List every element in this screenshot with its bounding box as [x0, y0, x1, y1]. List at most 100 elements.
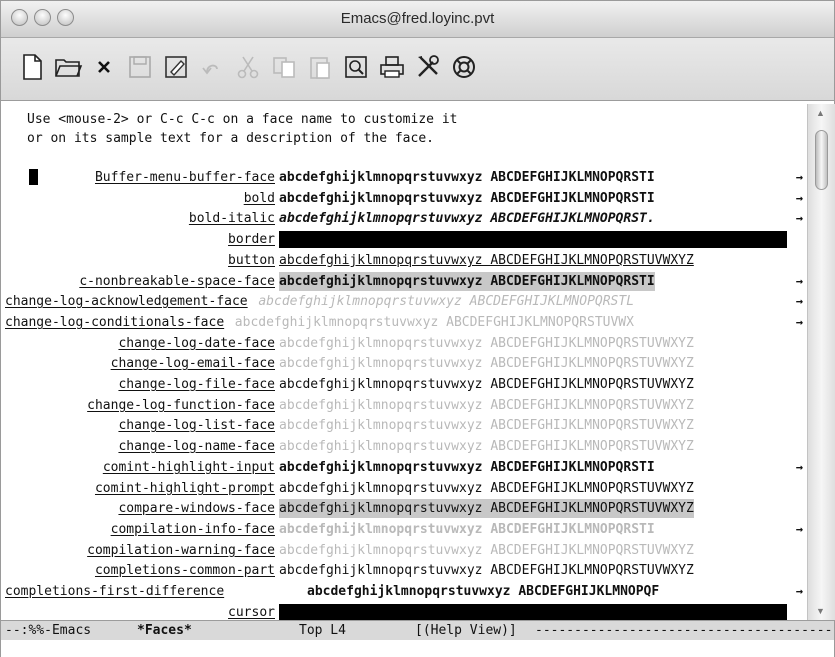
truncation-arrow-icon: → — [795, 170, 803, 184]
truncation-arrow-icon: → — [795, 584, 803, 598]
face-sample[interactable]: abcdefghijklmnopqrstuvwxyz ABCDEFGHIJKLM… — [279, 251, 694, 270]
face-sample[interactable]: abcdefghijklmnopqrstuvwxyz ABCDEFGHIJKLM… — [279, 209, 655, 228]
face-row: change-log-acknowledgement-face abcdefghi… — [5, 292, 805, 311]
emacs-window: Emacs@fred.loyinc.pvt Use <mouse-2> or C… — [0, 0, 835, 657]
face-row: change-log-list-face abcdefghijklmnopqrst… — [5, 416, 805, 435]
face-name-link[interactable]: border — [228, 230, 275, 249]
face-row: change-log-file-face abcdefghijklmnopqrst… — [5, 375, 805, 394]
face-name-link[interactable]: cursor — [228, 603, 275, 620]
face-sample[interactable]: abcdefghijklmnopqrstuvwxyz ABCDEFGHIJKLM… — [258, 292, 634, 311]
intro-line-2: or on its sample text for a description … — [27, 131, 434, 146]
copy-button[interactable] — [267, 50, 301, 84]
paste-button[interactable] — [303, 50, 337, 84]
mode-line-position: Top L4 — [299, 623, 346, 638]
face-sample[interactable]: abcdefghijklmnopqrstuvwxyz ABCDEFGHIJKLM… — [279, 458, 655, 477]
intro-text: Use <mouse-2> or C-c C-c on a face name … — [27, 110, 457, 148]
truncation-arrow-icon: → — [795, 294, 803, 308]
face-sample[interactable]: abcdefghijklmnopqrstuvwxyz ABCDEFGHIJKLM… — [279, 499, 694, 518]
face-name-link[interactable]: compilation-warning-face — [87, 541, 275, 560]
face-row: bold-italic abcdefghijklmnopqrstuvwxyz AB… — [5, 209, 805, 228]
faces-buffer[interactable]: Use <mouse-2> or C-c C-c on a face name … — [5, 104, 805, 620]
scrollbar-thumb[interactable] — [815, 130, 828, 190]
face-sample[interactable]: abcdefghijklmnopqrstuvwxyz ABCDEFGHIJKLM… — [279, 168, 655, 187]
face-row: compilation-info-face abcdefghijklmnopqrs… — [5, 520, 805, 539]
face-row: c-nonbreakable-space-face abcdefghijklmno… — [5, 272, 805, 291]
face-row: change-log-name-face abcdefghijklmnopqrst… — [5, 437, 805, 456]
paste-icon — [310, 57, 330, 79]
face-sample[interactable]: abcdefghijklmnopqrstuvwxyz ABCDEFGHIJKLM… — [279, 561, 694, 580]
face-sample[interactable]: abcdefghijklmnopqrstuvwxyz ABCDEFGHIJKLM… — [279, 520, 655, 539]
mode-line-modes: [(Help View)] — [415, 623, 517, 638]
face-row: Buffer-menu-buffer-face abcdefghijklmnopq… — [5, 168, 805, 187]
face-sample[interactable]: abcdefghijklmnopqrstuvwxyz ABCDEFGHIJKLM… — [279, 189, 655, 208]
face-name-link[interactable]: comint-highlight-prompt — [95, 479, 275, 498]
mode-line-status: --:%%-Emacs — [5, 623, 92, 638]
face-name-link[interactable]: comint-highlight-input — [103, 458, 275, 477]
face-name-link[interactable]: change-log-list-face — [118, 416, 275, 435]
face-name-link[interactable]: compare-windows-face — [118, 499, 275, 518]
open-folder-button[interactable] — [51, 50, 85, 84]
face-name-link[interactable]: change-log-email-face — [111, 354, 275, 373]
face-sample[interactable]: abcdefghijklmnopqrstuvwxyz ABCDEFGHIJKLM… — [235, 313, 634, 332]
face-sample[interactable]: abcdefghijklmnopqrstuvwxyz ABCDEFGHIJKLM… — [279, 354, 694, 373]
face-sample-bar[interactable] — [279, 604, 787, 620]
lifebuoy-icon — [453, 56, 475, 78]
scroll-up-arrow-icon[interactable]: ▲ — [816, 108, 825, 118]
save-icon — [129, 56, 151, 78]
print-button[interactable] — [375, 50, 409, 84]
truncation-arrow-icon: → — [795, 191, 803, 205]
preferences-button[interactable] — [411, 50, 445, 84]
face-name-link[interactable]: compilation-info-face — [111, 520, 275, 539]
face-row: completions-common-part abcdefghijklmnopq… — [5, 561, 805, 580]
face-name-link[interactable]: completions-first-difference — [5, 582, 224, 601]
face-name-link[interactable]: change-log-conditionals-face — [5, 313, 224, 332]
face-name-link[interactable]: change-log-date-face — [118, 334, 275, 353]
face-sample-bar[interactable] — [279, 231, 787, 248]
face-name-link[interactable]: change-log-name-face — [118, 437, 275, 456]
face-name-link[interactable]: c-nonbreakable-space-face — [79, 272, 275, 291]
face-sample[interactable]: abcdefghijklmnopqrstuvwxyz ABCDEFGHIJKLM… — [279, 416, 694, 435]
face-name-link[interactable]: button — [228, 251, 275, 270]
face-row: border — [5, 230, 805, 249]
help-button[interactable] — [447, 50, 481, 84]
save-as-icon — [165, 56, 187, 78]
face-row: change-log-date-face abcdefghijklmnopqrst… — [5, 334, 805, 353]
face-name-link[interactable]: change-log-file-face — [118, 375, 275, 394]
new-file-icon — [23, 54, 42, 80]
face-sample[interactable]: abcdefghijklmnopqrstuvwxyz ABCDEFGHIJKLM… — [279, 272, 655, 291]
face-row: bold abcdefghijklmnopqrstuvwxyz ABCDEFGHI… — [5, 189, 805, 208]
truncation-arrow-icon: → — [795, 522, 803, 536]
cut-button[interactable] — [231, 50, 265, 84]
face-name-link[interactable]: bold — [244, 189, 275, 208]
minibuffer[interactable] — [1, 640, 834, 657]
scroll-down-arrow-icon[interactable]: ▼ — [816, 606, 825, 616]
save-button[interactable] — [123, 50, 157, 84]
mode-line: --:%%-Emacs *Faces* Top L4 [(Help View)]… — [1, 620, 834, 640]
close-buffer-button[interactable] — [87, 50, 121, 84]
face-sample[interactable]: abcdefghijklmnopqrstuvwxyz ABCDEFGHIJKLM… — [279, 541, 694, 560]
undo-button[interactable] — [195, 50, 229, 84]
face-name-link[interactable]: completions-common-part — [95, 561, 275, 580]
search-button[interactable] — [339, 50, 373, 84]
face-row: cursor — [5, 603, 805, 620]
face-name-link[interactable]: bold-italic — [189, 209, 275, 228]
face-name-link[interactable]: change-log-function-face — [87, 396, 275, 415]
save-as-button[interactable] — [159, 50, 193, 84]
face-sample[interactable]: abcdefghijklmnopqrstuvwxyz ABCDEFGHIJKLM… — [279, 396, 694, 415]
intro-line-1: Use <mouse-2> or C-c C-c on a face name … — [27, 112, 458, 127]
new-file-button[interactable] — [15, 50, 49, 84]
face-sample[interactable]: abcdefghijklmnopqrstuvwxyz ABCDEFGHIJKLM… — [279, 334, 694, 353]
title-bar: Emacs@fred.loyinc.pvt — [1, 1, 834, 38]
face-row: compilation-warning-face abcdefghijklmnop… — [5, 541, 805, 560]
face-sample[interactable]: abcdefghijklmnopqrstuvwxyz ABCDEFGHIJKLM… — [279, 437, 694, 456]
face-sample[interactable]: abcdefghijklmnopqrstuvwxyz ABCDEFGHIJKLM… — [279, 375, 694, 394]
vertical-scrollbar[interactable]: ▲ ▼ — [807, 104, 835, 620]
face-sample[interactable]: abcdefghijklmnopqrstuvwxyz ABCDEFGHIJKLM… — [279, 479, 694, 498]
face-name-link[interactable]: Buffer-menu-buffer-face — [95, 168, 275, 187]
face-name-link[interactable]: change-log-acknowledgement-face — [5, 292, 248, 311]
face-sample[interactable]: abcdefghijklmnopqrstuvwxyz ABCDEFGHIJKLM… — [307, 582, 659, 601]
copy-icon — [273, 57, 295, 78]
truncation-arrow-icon: → — [795, 315, 803, 329]
face-row: change-log-email-face abcdefghijklmnopqrs… — [5, 354, 805, 373]
truncation-arrow-icon: → — [795, 211, 803, 225]
